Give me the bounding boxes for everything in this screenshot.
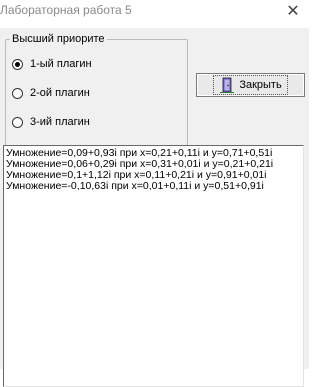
radio-plugin-1-label: 1-ый плагин [30, 58, 92, 70]
door-exit-icon [220, 77, 235, 93]
output-memo[interactable]: Умножение=0,09+0,93i при x=0,21+0,11i и … [3, 145, 304, 387]
radio-button-icon[interactable] [12, 87, 23, 99]
radio-plugin-2-label: 2-ой плагин [30, 87, 90, 99]
close-button-focus-rect: Закрыть [213, 75, 288, 95]
output-line: Умножение=0,09+0,93i при x=0,21+0,11i и … [6, 148, 273, 159]
radio-button-icon[interactable] [12, 58, 23, 70]
close-button[interactable]: Закрыть [196, 73, 305, 97]
title-bar: Лабораторная работа 5 ✕ [0, 0, 309, 28]
radio-button-icon[interactable] [12, 116, 23, 128]
output-line: Умножение=-0,10,63i при x=0,01+0,11i и y… [6, 181, 264, 192]
window-client-area: Высший приорите 1-ый плагин 2-ой плагин … [0, 28, 309, 387]
close-window-button[interactable]: ✕ [283, 2, 303, 22]
output-line: Умножение=0,1+1,12i при x=0,11+0,21i и y… [6, 170, 267, 181]
radio-plugin-3[interactable]: 3-ий плагин [12, 115, 90, 129]
radio-plugin-2[interactable]: 2-ой плагин [12, 86, 90, 100]
output-line: Умножение=0,06+0,29i при x=0,31+0,01i и … [6, 159, 274, 170]
window-title: Лабораторная работа 5 [0, 3, 132, 17]
close-button-label: Закрыть [239, 79, 282, 91]
radio-plugin-1[interactable]: 1-ый плагин [12, 57, 92, 71]
radio-plugin-3-label: 3-ий плагин [30, 116, 90, 128]
priority-group-legend: Высший приорите [10, 33, 107, 45]
